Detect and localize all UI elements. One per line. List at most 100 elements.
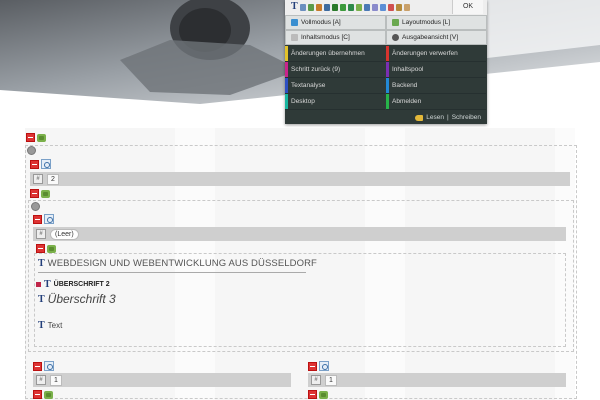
link-tool-icon[interactable] — [315, 3, 322, 11]
action-stripe — [386, 46, 389, 61]
delete-icon[interactable] — [308, 361, 317, 371]
action-abmelden[interactable]: Abmelden — [386, 94, 486, 110]
mode-vollmodus-label: Vollmodus [A] — [301, 19, 341, 26]
action-aenderungen-verwerfen[interactable]: Änderungen verwerfen — [386, 46, 486, 62]
action-stripe — [386, 78, 389, 93]
arrow-down-alt-icon[interactable] — [347, 3, 354, 11]
heading-1[interactable]: T WEBDESIGN UND WEBENTWICKLUNG AUS DÜSSE… — [38, 258, 317, 269]
inner-gear — [31, 202, 40, 211]
editor-toolbar: T OK — [285, 0, 487, 16]
action-stripe — [285, 94, 288, 109]
module-add-icon[interactable] — [41, 189, 50, 198]
key-icon — [415, 114, 424, 121]
arrow-down-icon[interactable] — [339, 3, 346, 11]
text-tool-icon[interactable]: T — [291, 2, 298, 12]
mode-ausgabeansicht-label: Ausgabeansicht [V] — [402, 34, 459, 41]
mode-vollmodus[interactable]: Vollmodus [A] — [285, 15, 386, 30]
gear-icon[interactable] — [27, 146, 36, 155]
cut-icon[interactable] — [395, 3, 402, 11]
action-aenderungen-uebernehmen[interactable]: Änderungen übernehmen — [285, 46, 385, 62]
field-index-icon: # — [36, 375, 46, 385]
toplevel-controls — [26, 133, 46, 142]
value-field-leer[interactable]: (Leer) — [50, 228, 79, 240]
action-desktop[interactable]: Desktop — [285, 94, 385, 110]
module-add-icon[interactable] — [319, 390, 328, 399]
mode-layoutmodus-label: Layoutmodus [L] — [402, 19, 451, 26]
value-field-1-right[interactable]: 1 — [325, 374, 337, 386]
value-field-1-left[interactable]: 1 — [50, 374, 62, 386]
tag-icon[interactable] — [403, 3, 410, 11]
heading-2[interactable]: T ÜBERSCHRIFT 2 — [36, 279, 110, 290]
value-bar-2: # 2 — [30, 172, 570, 186]
action-label: Backend — [392, 82, 418, 89]
frame-icon[interactable] — [387, 3, 394, 11]
delete-icon[interactable] — [33, 390, 42, 399]
col-right-value-bar: # 1 — [308, 373, 566, 387]
globe-icon[interactable] — [379, 3, 386, 11]
settings-icon[interactable] — [44, 214, 54, 224]
action-textanalyse[interactable]: Textanalyse — [285, 78, 385, 94]
settings-icon[interactable] — [44, 361, 54, 371]
heading-3[interactable]: T Überschrift 3 — [38, 292, 116, 306]
col-right-controls — [308, 361, 329, 371]
heading-1-underline — [38, 272, 306, 273]
config-icon[interactable] — [363, 3, 370, 11]
schreiben-link[interactable]: Schreiben — [452, 114, 481, 121]
image-tool-icon[interactable] — [299, 3, 306, 11]
action-stripe — [285, 78, 288, 93]
module-add-icon[interactable] — [47, 244, 56, 253]
row-controls-2 — [30, 189, 50, 198]
mode-inhaltsmodus[interactable]: Inhaltsmodus [C] — [285, 30, 386, 45]
panel-footer: Lesen | Schreiben — [415, 114, 481, 121]
admin-panel: T OK Vollmodus [A] Layoutmodus [L] Inhal… — [285, 0, 487, 124]
action-inhaltspool[interactable]: Inhaltspool — [386, 62, 486, 78]
col-left-value-bar: # 1 — [33, 373, 291, 387]
row-controls-1 — [30, 159, 51, 169]
glasses-icon — [392, 34, 399, 41]
gear-icon[interactable] — [31, 202, 40, 211]
action-label: Änderungen verwerfen — [392, 50, 458, 57]
delete-icon[interactable] — [33, 214, 42, 224]
delete-icon[interactable] — [308, 390, 317, 399]
text-type-icon: T — [44, 279, 51, 290]
layout-icon — [392, 19, 399, 26]
module-icon[interactable] — [355, 3, 362, 11]
ok-button[interactable]: OK — [452, 0, 483, 14]
delete-icon[interactable] — [36, 244, 45, 253]
heading-3-text: Überschrift 3 — [47, 292, 116, 306]
module-add-icon[interactable] — [37, 133, 46, 142]
anchor-icon[interactable] — [331, 3, 338, 11]
delete-icon[interactable] — [30, 159, 39, 169]
col-right-controls-2 — [308, 390, 328, 399]
action-schritt-zurueck[interactable]: Schritt zurück (9) — [285, 62, 385, 78]
settings-icon[interactable] — [319, 361, 329, 371]
text-paragraph[interactable]: T Text — [38, 320, 62, 331]
module-add-icon[interactable] — [44, 390, 53, 399]
action-stripe — [285, 62, 288, 77]
text-type-icon: T — [38, 293, 45, 305]
delete-icon[interactable] — [26, 133, 35, 142]
settings-icon[interactable] — [41, 159, 51, 169]
mode-layoutmodus[interactable]: Layoutmodus [L] — [386, 15, 487, 30]
action-backend[interactable]: Backend — [386, 78, 486, 94]
toolbar-tools: T — [291, 2, 410, 12]
gallery-icon[interactable] — [371, 3, 378, 11]
action-label: Abmelden — [392, 98, 422, 105]
mode-ausgabeansicht[interactable]: Ausgabeansicht [V] — [386, 30, 487, 45]
lesen-link[interactable]: Lesen — [426, 114, 444, 121]
action-label: Änderungen übernehmen — [291, 50, 365, 57]
col-left-controls-2 — [33, 390, 53, 399]
row-controls-3 — [33, 214, 54, 224]
value-field-2[interactable]: 2 — [47, 173, 59, 185]
delete-icon[interactable] — [30, 189, 39, 198]
table-tool-icon[interactable] — [307, 3, 314, 11]
footer-separator: | — [447, 114, 449, 121]
delete-icon[interactable] — [33, 361, 42, 371]
file-tool-icon[interactable] — [323, 3, 330, 11]
row-controls-4 — [36, 244, 56, 253]
marker-icon — [36, 282, 41, 287]
text-type-icon: T — [38, 258, 45, 269]
value-bar-leer: # (Leer) — [33, 227, 566, 241]
action-label: Schritt zurück (9) — [291, 66, 341, 73]
field-index-icon: # — [33, 174, 43, 184]
